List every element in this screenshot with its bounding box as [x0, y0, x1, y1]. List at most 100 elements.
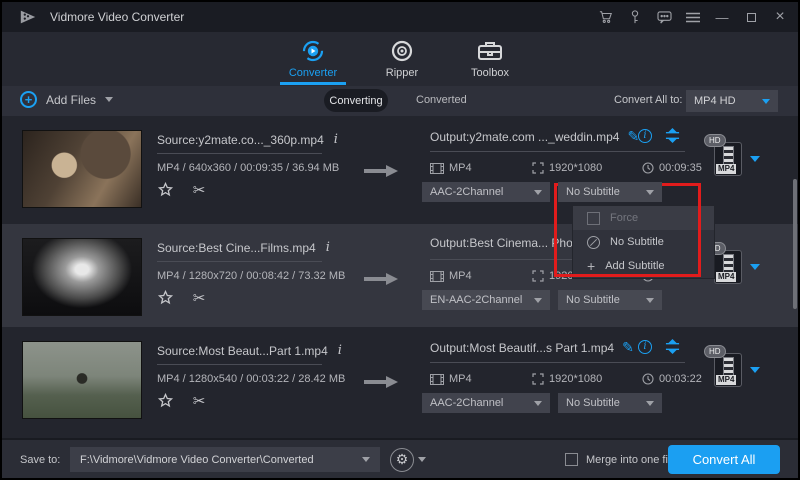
source-info-icon[interactable]: i: [338, 343, 342, 358]
merge-checkbox[interactable]: [565, 453, 578, 466]
chevron-down-icon: [534, 190, 542, 195]
menu-item-force[interactable]: Force: [573, 206, 714, 230]
format-icon: [430, 163, 444, 174]
source-info-icon[interactable]: i: [334, 132, 338, 147]
output-format: MP4: [430, 162, 532, 174]
clock-icon: [642, 373, 654, 385]
checkbox-icon: [587, 212, 600, 225]
save-path-dropdown[interactable]: F:\Vidmore\Vidmore Video Converter\Conve…: [70, 447, 380, 472]
app-window: Vidmore Video Converter — × Convert: [0, 0, 800, 480]
cut-icon[interactable]: ✂: [189, 288, 209, 308]
footer-bar: Save to: F:\Vidmore\Vidmore Video Conver…: [2, 438, 798, 480]
chevron-down-icon: [534, 401, 542, 406]
output-profile-badge[interactable]: HD MP4: [714, 142, 742, 176]
film-strip-icon: [723, 146, 734, 166]
edit-effects-icon[interactable]: [155, 391, 175, 411]
output-resolution: 1920*1080: [532, 373, 642, 385]
output-filename: Output:y2mate.com ..._weddin.mp4✎: [430, 128, 639, 145]
add-files-button[interactable]: + Add Files: [20, 91, 113, 108]
subtitle-dropdown[interactable]: No Subtitle: [558, 393, 662, 413]
menu-item-no-subtitle[interactable]: No Subtitle: [573, 230, 714, 254]
cut-icon[interactable]: ✂: [189, 180, 209, 200]
convert-all-to-dropdown[interactable]: MP4 HD: [686, 90, 778, 112]
video-thumbnail: [22, 341, 142, 419]
divider: [157, 364, 322, 365]
tab-ripper[interactable]: Ripper: [362, 38, 442, 79]
convert-arrow-icon: [364, 375, 398, 389]
source-media-info: MP4 / 640x360 / 00:09:35 / 36.94 MB: [157, 162, 339, 174]
output-resolution: 1920*1080: [532, 162, 642, 174]
convert-all-to-label: Convert All to:: [614, 94, 682, 106]
tab-converter[interactable]: Converter: [273, 38, 353, 79]
add-files-caret-icon: [105, 97, 113, 102]
file-row-3: Source:Most Beaut...Part 1.mp4i MP4 / 12…: [2, 327, 798, 434]
format-icon: [430, 374, 444, 385]
tab-converted[interactable]: Converted: [416, 94, 467, 106]
video-thumbnail: [22, 130, 142, 208]
audio-track-dropdown[interactable]: EN-AAC-2Channel: [422, 290, 550, 310]
main-nav: Converter Ripper Toolbox: [2, 32, 798, 86]
edit-effects-icon[interactable]: [155, 288, 175, 308]
film-strip-icon: [723, 357, 734, 377]
close-button[interactable]: ×: [770, 7, 790, 27]
save-to-label: Save to:: [20, 454, 60, 466]
feedback-icon[interactable]: [654, 7, 674, 27]
chevron-down-icon: [646, 401, 654, 406]
key-icon[interactable]: [625, 7, 645, 27]
adjust-settings-icon[interactable]: [665, 128, 680, 143]
cut-icon[interactable]: ✂: [189, 391, 209, 411]
chevron-down-icon: [534, 298, 542, 303]
output-filename: Output:Most Beautif...s Part 1.mp4✎: [430, 339, 634, 356]
rename-icon[interactable]: ✎: [622, 339, 634, 356]
scrollbar[interactable]: [793, 179, 797, 309]
menu-item-add-subtitle[interactable]: + Add Subtitle: [573, 254, 714, 278]
output-format: MP4: [430, 270, 532, 282]
output-profile-badge[interactable]: HD MP4: [714, 250, 742, 284]
cart-icon[interactable]: [596, 7, 616, 27]
minimize-button[interactable]: —: [712, 7, 732, 27]
tab-converting[interactable]: Converting: [324, 89, 388, 112]
source-filename: Source:Best Cine...Films.mp4i: [157, 240, 330, 255]
film-strip-icon: [723, 254, 734, 274]
source-info-icon[interactable]: i: [326, 240, 330, 255]
chevron-down-icon: [646, 190, 654, 195]
menu-icon[interactable]: [683, 7, 703, 27]
output-duration: 00:03:22: [642, 373, 702, 385]
subtitle-dropdown[interactable]: No Subtitle: [558, 290, 662, 310]
profile-caret-icon[interactable]: [750, 264, 760, 270]
profile-caret-icon[interactable]: [750, 156, 760, 162]
resolution-icon: [532, 373, 544, 385]
output-info-icon[interactable]: i: [638, 129, 652, 143]
edit-effects-icon[interactable]: [155, 180, 175, 200]
resolution-icon: [532, 270, 544, 282]
add-files-plus-icon: +: [20, 91, 37, 108]
adjust-settings-icon[interactable]: [665, 339, 680, 354]
settings-button[interactable]: ⚙: [390, 447, 432, 472]
output-info-icon[interactable]: i: [638, 340, 652, 354]
output-duration: 00:09:35: [642, 162, 702, 174]
format-icon: [430, 271, 444, 282]
source-media-info: MP4 / 1280x720 / 00:08:42 / 73.32 MB: [157, 270, 345, 282]
audio-track-dropdown[interactable]: AAC-2Channel: [422, 182, 550, 202]
app-logo-icon: [18, 9, 38, 25]
output-filename: Output:Best Cinema... Photog.: [430, 236, 593, 250]
divider: [157, 261, 322, 262]
subtitle-dropdown[interactable]: No Subtitle: [558, 182, 662, 202]
audio-track-dropdown[interactable]: AAC-2Channel: [422, 393, 550, 413]
output-format: MP4: [430, 373, 532, 385]
merge-option[interactable]: Merge into one file: [565, 453, 677, 466]
no-subtitle-icon: [587, 236, 600, 249]
convert-arrow-icon: [364, 272, 398, 286]
profile-caret-icon[interactable]: [750, 367, 760, 373]
subtitle-menu: Force No Subtitle + Add Subtitle: [572, 205, 715, 279]
source-filename: Source:Most Beaut...Part 1.mp4i: [157, 343, 342, 358]
output-profile-badge[interactable]: HD MP4: [714, 353, 742, 387]
convert-all-button[interactable]: Convert All: [668, 445, 780, 474]
chevron-down-icon: [418, 457, 426, 462]
convert-arrow-icon: [364, 164, 398, 178]
source-filename: Source:y2mate.co..._360p.mp4i: [157, 132, 338, 147]
maximize-button[interactable]: [741, 7, 761, 27]
gear-icon: ⚙: [390, 448, 414, 472]
toolbar: + Add Files Converting Converted Convert…: [2, 86, 798, 116]
tab-toolbox[interactable]: Toolbox: [450, 38, 530, 79]
